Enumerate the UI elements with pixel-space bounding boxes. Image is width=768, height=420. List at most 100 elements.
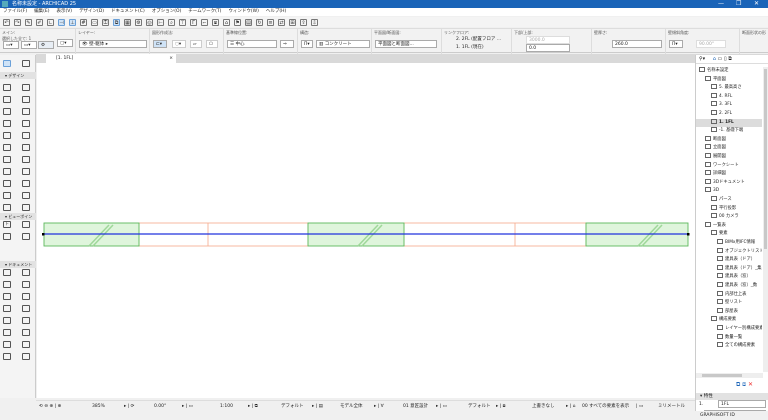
structure-type-button[interactable]: Π▾ xyxy=(301,40,313,48)
zoom-controls-icon[interactable]: ⟲ ⊖ ⊕ | ⊕ xyxy=(39,403,61,410)
refresh-icon[interactable]: ↻ xyxy=(256,18,263,26)
lamp-tool-icon[interactable] xyxy=(22,168,30,175)
wall-geometry-button[interactable]: ▭▾ xyxy=(21,41,37,49)
tree-item[interactable]: 断面図 xyxy=(696,135,762,144)
teamwork-icon[interactable]: ⇄ xyxy=(278,18,285,26)
tree-item[interactable]: 4. RFL xyxy=(696,92,762,101)
view-map-icon[interactable]: ▭ xyxy=(718,56,723,62)
tree-item[interactable]: ワークシート xyxy=(696,161,762,170)
tree-item[interactable]: 構成要素 xyxy=(696,316,762,324)
line-tool-icon[interactable] xyxy=(22,293,30,300)
arrow-tool-icon[interactable] xyxy=(3,60,11,67)
tree-item[interactable]: 一覧表 xyxy=(696,221,762,230)
level-dimension-tool-icon[interactable] xyxy=(22,269,30,276)
tree-item[interactable]: 3Dドキュメント xyxy=(696,178,762,187)
roof-tool-icon[interactable] xyxy=(3,108,11,115)
text-tool-icon[interactable] xyxy=(3,281,11,288)
polygon-wall-button[interactable]: ⬠ xyxy=(206,40,218,48)
redo-icon[interactable]: ↷ xyxy=(14,18,21,26)
snap-point-icon[interactable]: ⊥ xyxy=(69,18,76,26)
drawing-tool-icon[interactable] xyxy=(22,329,30,336)
building-material-select[interactable]: ▥ コンクリート xyxy=(316,40,370,48)
bottom-offset-field[interactable]: 0.0 xyxy=(526,44,570,52)
tree-item[interactable]: 建具表（ドア） xyxy=(696,256,762,264)
tree-item[interactable]: 詳細図 xyxy=(696,170,762,178)
circle-tool-icon[interactable] xyxy=(3,305,11,312)
layer-combo-icon[interactable]: ▸ | ∀ xyxy=(374,403,384,410)
override-icon[interactable]: ▸ | ⧈ xyxy=(496,403,506,410)
align-icon[interactable]: ⊤ xyxy=(179,18,186,26)
syringe-icon[interactable]: ✐ xyxy=(36,18,43,26)
tree-item[interactable]: 2. 2FL xyxy=(696,110,762,118)
thickness-field[interactable]: 260.0 xyxy=(612,40,662,48)
wall-end-tool-icon[interactable] xyxy=(22,156,30,163)
wall-tool-icon[interactable] xyxy=(3,84,11,91)
pen-set-value[interactable]: デフォルト xyxy=(281,403,304,410)
receive-icon[interactable]: ⇩ xyxy=(311,18,318,26)
zone-tool-icon[interactable] xyxy=(3,180,11,187)
slant-type-button[interactable]: Π▾ xyxy=(669,40,683,48)
tree-item[interactable]: 3. 3FL xyxy=(696,101,762,109)
stair-tool-icon[interactable] xyxy=(3,120,11,127)
tree-item[interactable]: 壁リスト xyxy=(696,299,762,307)
dimension-tool-icon[interactable] xyxy=(3,269,11,276)
menu-teamwork[interactable]: チームワーク(T) xyxy=(188,8,221,16)
section-tool-icon[interactable] xyxy=(22,204,30,211)
top-link-value[interactable]: 2. 2FL (配置フロア ... xyxy=(456,36,501,44)
suspend-groups-icon[interactable]: ▭ xyxy=(91,18,98,26)
tree-item[interactable]: 名称未設定 xyxy=(696,67,762,75)
reserve-icon[interactable]: ⊞ xyxy=(289,18,296,26)
settings-button[interactable]: ⚙ xyxy=(38,41,54,49)
wall-end-point[interactable] xyxy=(687,233,690,236)
tree-vertical-scrollbar[interactable] xyxy=(763,67,768,372)
tree-horizontal-scrollbar[interactable] xyxy=(696,373,763,378)
menu-file[interactable]: ファイル(F) xyxy=(3,8,27,16)
pen-set-icon[interactable]: ▸ | ⧉ xyxy=(248,403,258,410)
trace-icon[interactable]: ⧉ xyxy=(113,18,120,26)
table-icon[interactable]: ▦ xyxy=(124,18,131,26)
tree-item[interactable]: レイヤー別構成要素 xyxy=(696,325,762,333)
slant-angle-field[interactable]: 90.00° xyxy=(696,40,726,48)
measure-icon[interactable]: ⊢ xyxy=(157,18,164,26)
railing-tool-icon[interactable] xyxy=(22,120,30,127)
straight-wall-button[interactable]: ⊏▾ xyxy=(153,40,167,48)
gear-icon[interactable]: ⚙ xyxy=(135,18,142,26)
tree-item[interactable]: 数量一覧 xyxy=(696,333,762,342)
zoom-icon[interactable]: ⌕ xyxy=(168,18,175,26)
section-document[interactable]: ▾ ドキュメント xyxy=(0,261,36,268)
undo-icon[interactable]: ↶ xyxy=(3,18,10,26)
camera-tool-icon[interactable] xyxy=(3,204,11,211)
slab-tool-icon[interactable] xyxy=(22,96,30,103)
navigator-mode-icon[interactable]: ⚲▾ xyxy=(699,56,705,62)
corner-window-tool-icon[interactable] xyxy=(3,156,11,163)
menu-view[interactable]: 表示(V) xyxy=(56,8,72,16)
tree-item[interactable]: 平面図 xyxy=(696,75,762,84)
tab-close-icon[interactable]: × xyxy=(169,54,173,63)
flip-button[interactable]: ⇒ xyxy=(280,40,294,48)
tree-item[interactable]: 平行投影 xyxy=(696,204,762,213)
shell-tool-icon[interactable] xyxy=(22,108,30,115)
tree-item[interactable]: 建具表（窓） xyxy=(696,273,762,281)
delete-icon[interactable]: ✕ xyxy=(748,381,753,388)
layer-combo-value[interactable]: 01 意匠設計 xyxy=(403,403,428,410)
label-tool-icon[interactable] xyxy=(22,281,30,288)
tree-item[interactable]: 建具表（窓）_数 xyxy=(696,282,762,290)
graphisoft-id-label[interactable]: GRAPHISOFT ID xyxy=(700,412,735,419)
tool-tool-icon[interactable] xyxy=(22,353,30,360)
elevation-tool-icon[interactable] xyxy=(3,221,11,228)
curved-wall-button[interactable]: ◌▾ xyxy=(172,40,186,48)
section-icon[interactable]: Γ xyxy=(190,18,197,26)
interior-elevation-tool-icon[interactable] xyxy=(22,221,30,228)
clone-icon[interactable]: ⧈ xyxy=(742,381,746,388)
object-tool-icon[interactable] xyxy=(3,168,11,175)
minimize-button[interactable]: — xyxy=(718,0,724,8)
send-icon[interactable]: ⇪ xyxy=(300,18,307,26)
curtain-wall-tool-icon[interactable] xyxy=(3,132,11,139)
layer-select[interactable]: 👁 壁-躯体 ▸ xyxy=(79,40,147,48)
tree-item[interactable]: 部屋表 xyxy=(696,307,762,316)
section-design[interactable]: ▾ デザイン xyxy=(0,72,36,79)
beam-tool-icon[interactable] xyxy=(3,96,11,103)
dimension-icon[interactable]: ▸ | ▭ xyxy=(436,403,447,410)
spline-tool-icon[interactable] xyxy=(3,317,11,324)
tree-item[interactable]: 要素 xyxy=(696,230,762,238)
